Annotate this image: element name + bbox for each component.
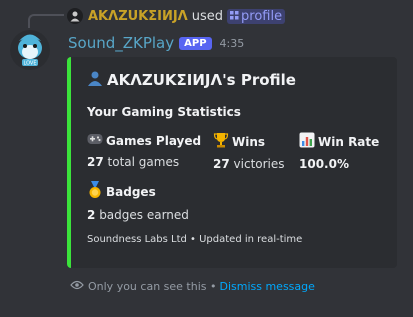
field-value-text: total games (107, 155, 180, 169)
gamepad-icon (87, 132, 103, 149)
bar-chart-icon (299, 132, 315, 151)
svg-text:LOVE: LOVE (23, 61, 36, 67)
field-value-text: victories (233, 157, 285, 171)
field-win-rate: Win Rate 100.0% (299, 132, 379, 171)
field-name-label: Games Played (106, 133, 202, 148)
user-silhouette-icon (87, 70, 103, 90)
message-timestamp[interactable]: 4:35 (220, 37, 245, 50)
user-avatar-icon[interactable] (67, 8, 83, 24)
field-games-played: Games Played 27 total games (87, 132, 202, 170)
field-value-text: badges earned (99, 208, 189, 222)
slash-command-icon (230, 10, 239, 23)
message-header: Sound_ZKPlay APP 4:35 (68, 33, 244, 53)
embed-title: AKΛZUKΣIИJΛ's Profile (87, 70, 296, 90)
field-value-number: 27 (213, 157, 230, 171)
reply-used-text: used (191, 8, 224, 24)
profile-embed: AKΛZUKΣIИJΛ's Profile Your Gaming Statis… (67, 57, 397, 268)
field-name-label: Badges (106, 184, 156, 199)
dolphin-avatar-icon[interactable]: LOVE (10, 30, 50, 70)
field-value-number: 27 (87, 155, 104, 169)
reply-context[interactable]: AKΛZUKΣIИJΛ used profile (67, 7, 286, 25)
command-name: profile (241, 8, 283, 24)
reply-connector-line (28, 14, 64, 28)
eye-icon (70, 279, 84, 293)
field-value-number: 100.0% (299, 157, 349, 171)
embed-footer: Soundness Labs Ltd • Updated in real-tim… (87, 234, 303, 245)
ephemeral-notice: Only you can see this • Dismiss message (70, 279, 315, 293)
field-badges: Badges 2 badges earned (87, 181, 189, 222)
field-value-number: 2 (87, 208, 96, 222)
dismiss-message-link[interactable]: Dismiss message (219, 280, 314, 293)
command-mention[interactable]: profile (227, 8, 286, 24)
field-name-label: Win Rate (318, 134, 380, 149)
message-username[interactable]: Sound_ZKPlay (68, 34, 174, 52)
field-wins: Wins 27 victories (213, 132, 285, 171)
reply-username[interactable]: AKΛZUKΣIИJΛ (88, 9, 188, 24)
ephemeral-text: Only you can see this • (88, 279, 217, 293)
field-name-label: Wins (232, 134, 266, 149)
app-badge: APP (179, 36, 212, 50)
trophy-icon (213, 132, 229, 151)
medal-icon (87, 181, 103, 202)
embed-title-text: AKΛZUKΣIИJΛ's Profile (107, 71, 296, 89)
embed-description: Your Gaming Statistics (87, 105, 241, 119)
